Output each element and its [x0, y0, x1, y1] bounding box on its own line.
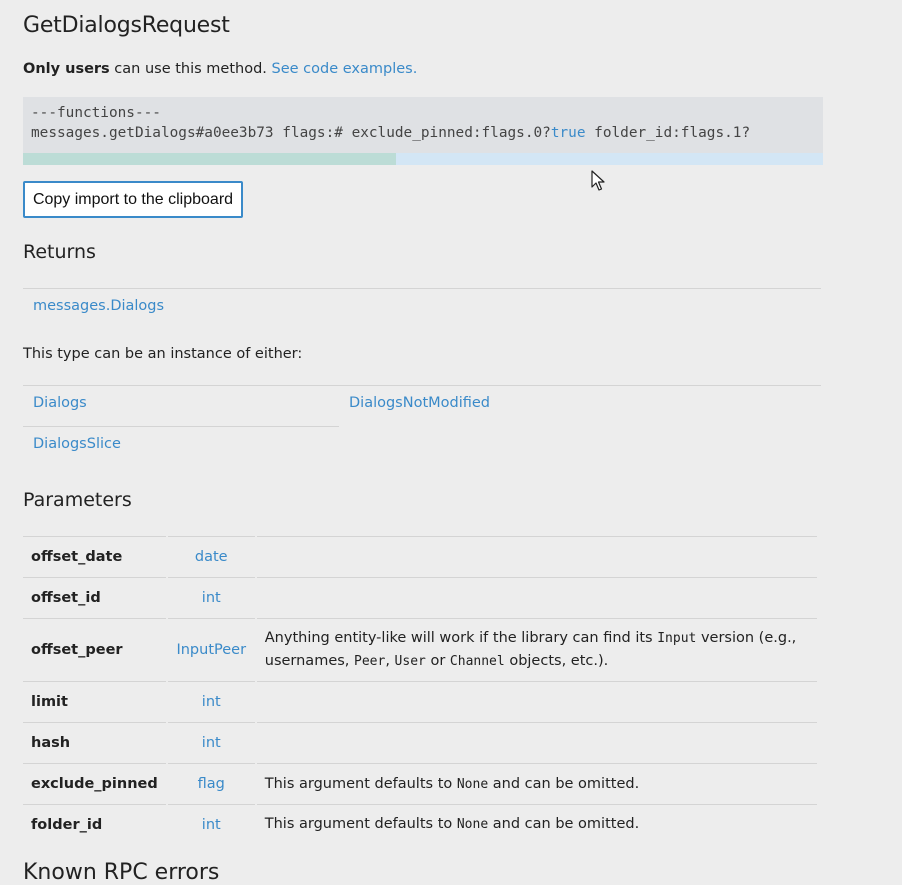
table-row: exclude_pinned flag This argument defaul… [23, 763, 817, 804]
param-type-link[interactable]: date [167, 536, 255, 577]
intro-plain: can use this method. [109, 61, 267, 77]
desc-text: This argument defaults to [264, 775, 457, 792]
desc-text: objects, etc.). [504, 653, 609, 669]
divider [23, 426, 339, 427]
instance-link-dialogs-not-modified[interactable]: DialogsNotModified [349, 395, 490, 411]
desc-code: Input [657, 631, 697, 646]
code-block: ---functions--- messages.getDialogs#a0ee… [23, 97, 823, 165]
desc-code: Channel [449, 654, 505, 669]
desc-text: , [385, 653, 395, 669]
param-name: hash [23, 722, 166, 763]
returns-heading: Returns [23, 241, 96, 263]
desc-text: and can be omitted. [488, 816, 640, 832]
desc-text: or [425, 653, 450, 669]
desc-text: This argument defaults to [264, 816, 457, 832]
param-name: exclude_pinned [23, 763, 166, 804]
instance-text: This type can be an instance of either: [23, 346, 303, 362]
return-type-link[interactable]: messages.Dialogs [33, 298, 164, 314]
intro-text: Only users can use this method. See code… [23, 61, 417, 77]
mouse-cursor-icon [591, 170, 605, 191]
table-row: offset_peer InputPeer Anything entity-li… [23, 618, 817, 681]
param-desc [256, 536, 817, 577]
parameters-heading: Parameters [23, 489, 132, 511]
table-row: hash int [23, 722, 817, 763]
param-desc-default: This argument defaults to None and can b… [256, 804, 817, 845]
param-type-link[interactable]: int [167, 577, 255, 618]
divider [23, 288, 821, 289]
see-code-examples-link[interactable]: See code examples. [272, 61, 418, 77]
desc-code: User [394, 654, 426, 669]
param-desc [256, 681, 817, 722]
param-desc-offset-peer: Anything entity-like will work if the li… [256, 618, 817, 681]
param-name: offset_date [23, 536, 166, 577]
desc-text: and can be omitted. [488, 775, 640, 792]
instance-link-dialogs[interactable]: Dialogs [33, 395, 87, 411]
desc-code: None [456, 817, 489, 832]
instance-link-dialogs-slice[interactable]: DialogsSlice [33, 436, 121, 452]
param-type-link[interactable]: int [167, 722, 255, 763]
code-line-2: messages.getDialogs#a0ee3b73 flags:# exc… [31, 125, 750, 141]
code-line-2-b: folder_id:flags.1? [585, 125, 751, 141]
param-type-link[interactable]: int [167, 681, 255, 722]
code-keyword: true [550, 125, 586, 141]
param-desc [256, 722, 817, 763]
param-desc [256, 577, 817, 618]
known-rpc-errors-heading: Known RPC errors [23, 860, 220, 885]
param-name: offset_peer [23, 618, 166, 681]
desc-code: None [456, 776, 489, 792]
param-name: limit [23, 681, 166, 722]
param-type-link[interactable]: InputPeer [167, 618, 255, 681]
table-row: offset_date date [23, 536, 817, 577]
table-row: folder_id int This argument defaults to … [23, 804, 817, 845]
copy-import-button[interactable]: Copy import to the clipboard [23, 181, 243, 218]
param-type-link[interactable]: int [167, 804, 255, 845]
param-desc-default: This argument defaults to None and can b… [256, 763, 817, 804]
parameters-table: offset_date date offset_id int offset_pe… [21, 536, 819, 845]
intro-bold: Only users [23, 61, 110, 77]
table-row: offset_id int [23, 577, 817, 618]
page-title: GetDialogsRequest [23, 13, 230, 38]
desc-code: Peer [354, 654, 386, 669]
desc-text: Anything entity-like will work if the li… [264, 630, 658, 646]
code-line-2-a: messages.getDialogs#a0ee3b73 flags:# exc… [31, 125, 551, 141]
param-type-link[interactable]: flag [167, 763, 255, 804]
horizontal-scrollbar-thumb[interactable] [23, 153, 396, 165]
code-line-1: ---functions--- [31, 105, 161, 121]
param-name: offset_id [23, 577, 166, 618]
table-row: limit int [23, 681, 817, 722]
divider [23, 385, 821, 386]
param-name: folder_id [23, 804, 166, 845]
